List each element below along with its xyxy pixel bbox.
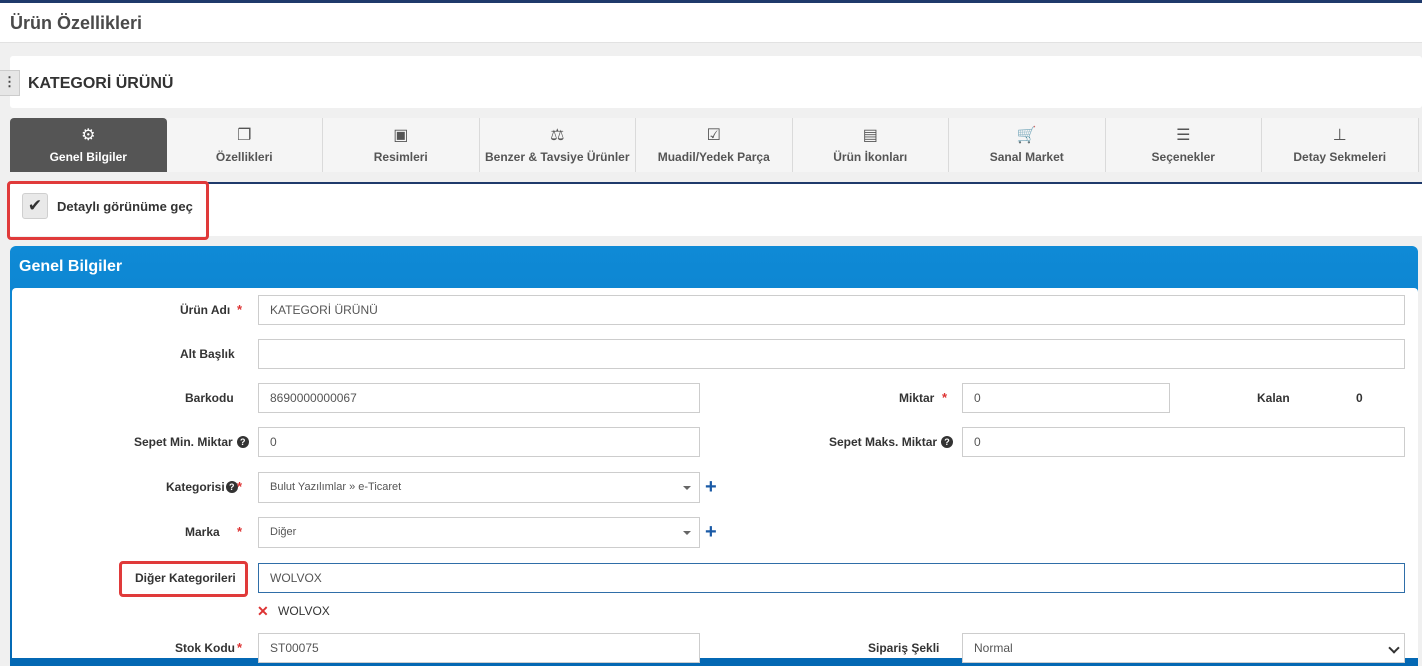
label-kalan: Kalan: [1257, 391, 1290, 405]
kalan-value: 0: [1356, 391, 1363, 405]
cart-icon: 🛒: [1016, 127, 1037, 144]
stok-kodu-input[interactable]: ST00075: [258, 633, 700, 663]
product-title: KATEGORİ ÜRÜNÜ: [28, 75, 174, 92]
required-mark: *: [237, 640, 243, 655]
tab-label: Muadil/Yedek Parça: [657, 150, 770, 164]
tab-label: Sanal Market: [989, 150, 1064, 164]
label-miktar: Miktar: [899, 391, 935, 405]
required-mark: *: [237, 302, 243, 317]
tab-sanal-market[interactable]: 🛒 Sanal Market: [949, 118, 1106, 172]
product-header-card: [10, 56, 1422, 108]
siparis-sekli-value: Normal: [974, 641, 1013, 655]
tab-label: Genel Bilgiler: [49, 150, 127, 164]
marka-value: Diğer: [270, 526, 297, 538]
list-icon: ☰: [1176, 127, 1191, 144]
page-title: Ürün Özellikleri: [10, 13, 143, 33]
caret-down-icon: [683, 486, 691, 490]
tab-benzer-tavsiye[interactable]: ⚖ Benzer & Tavsiye Ürünler: [479, 118, 636, 172]
sepet-maks-miktar-input[interactable]: 0: [962, 427, 1405, 457]
tab-urun-ikonlari[interactable]: ▤ Ürün İkonları: [792, 118, 949, 172]
vertical-dots-icon[interactable]: ⋮: [0, 70, 20, 96]
tab-secenekler[interactable]: ☰ Seçenekler: [1105, 118, 1262, 172]
add-category-plus-icon[interactable]: +: [705, 477, 717, 497]
file-image-icon: ▤: [862, 127, 878, 144]
caret-down-icon: [683, 531, 691, 535]
kategorisi-value: Bulut Yazılımlar » e-Ticaret: [270, 481, 402, 493]
required-mark: *: [942, 390, 948, 405]
copy-icon: ❐: [237, 127, 252, 144]
help-icon[interactable]: ?: [941, 436, 954, 448]
diger-kategoriler-input[interactable]: WOLVOX: [258, 563, 1405, 593]
label-barkodu: Barkodu: [185, 391, 234, 405]
urun-adi-input[interactable]: KATEGORİ ÜRÜNÜ: [258, 295, 1405, 325]
label-alt-baslik: Alt Başlık: [180, 347, 235, 361]
tab-genel-bilgiler[interactable]: ⚙ Genel Bilgiler: [10, 118, 167, 172]
panel-title: Genel Bilgiler: [19, 258, 123, 275]
marka-select[interactable]: Diğer: [258, 517, 700, 548]
tab-label: Seçenekler: [1151, 150, 1215, 164]
sepet-min-miktar-input[interactable]: 0: [258, 427, 700, 457]
tab-detay-sekmeleri[interactable]: ⊥ Detay Sekmeleri: [1262, 118, 1419, 172]
barkodu-input[interactable]: 8690000000067: [258, 383, 700, 413]
category-tag: WOLVOX: [278, 604, 330, 618]
tab-resimleri[interactable]: ▣ Resimleri: [323, 118, 480, 172]
tab-label: Benzer & Tavsiye Ürünler: [485, 150, 630, 164]
label-siparis-sekli: Sipariş Şekli: [868, 641, 940, 655]
tab-ozellikleri[interactable]: ❐ Özellikleri: [166, 118, 323, 172]
tab-label: Özellikleri: [215, 150, 273, 164]
label-kategorisi: Kategorisi?: [166, 480, 238, 494]
balance-scale-icon: ⚖: [550, 127, 565, 144]
tab-label: Ürün İkonları: [833, 150, 908, 164]
help-icon[interactable]: ?: [236, 436, 249, 448]
gears-icon: ⚙: [81, 127, 96, 144]
kategorisi-select[interactable]: Bulut Yazılımlar » e-Ticaret: [258, 472, 700, 503]
tab-label: Detay Sekmeleri: [1293, 150, 1387, 164]
label-stok-kodu: Stok Kodu: [175, 641, 235, 655]
miktar-input[interactable]: 0: [962, 383, 1170, 413]
help-icon[interactable]: ?: [225, 481, 238, 493]
add-brand-plus-icon[interactable]: +: [705, 522, 717, 542]
highlight-box: [7, 181, 209, 240]
tab-muadil-yedek[interactable]: ☑ Muadil/Yedek Parça: [636, 118, 793, 172]
label-urun-adi: Ürün Adı: [180, 303, 231, 317]
images-icon: ▣: [393, 127, 409, 144]
label-marka: Marka: [185, 525, 220, 539]
detail-view-toggle-area: [10, 184, 1422, 236]
required-mark: *: [237, 524, 243, 539]
tab-bar: ⚙ Genel Bilgiler ❐ Özellikleri ▣ Resimle…: [10, 118, 1422, 172]
siparis-sekli-select[interactable]: Normal: [962, 633, 1405, 663]
check-square-icon: ☑: [706, 127, 721, 144]
remove-tag-icon[interactable]: ✕: [257, 603, 269, 620]
sitemap-icon: ⊥: [1332, 127, 1347, 144]
label-sepet-maks-miktar: Sepet Maks. Miktar?: [829, 435, 954, 449]
label-sepet-min-miktar: Sepet Min. Miktar?: [134, 435, 249, 449]
highlight-box: [119, 561, 248, 597]
tab-label: Resimleri: [373, 150, 428, 164]
alt-baslik-input[interactable]: [258, 339, 1405, 369]
required-mark: *: [237, 479, 243, 494]
page-header: Ürün Özellikleri: [0, 3, 1422, 43]
